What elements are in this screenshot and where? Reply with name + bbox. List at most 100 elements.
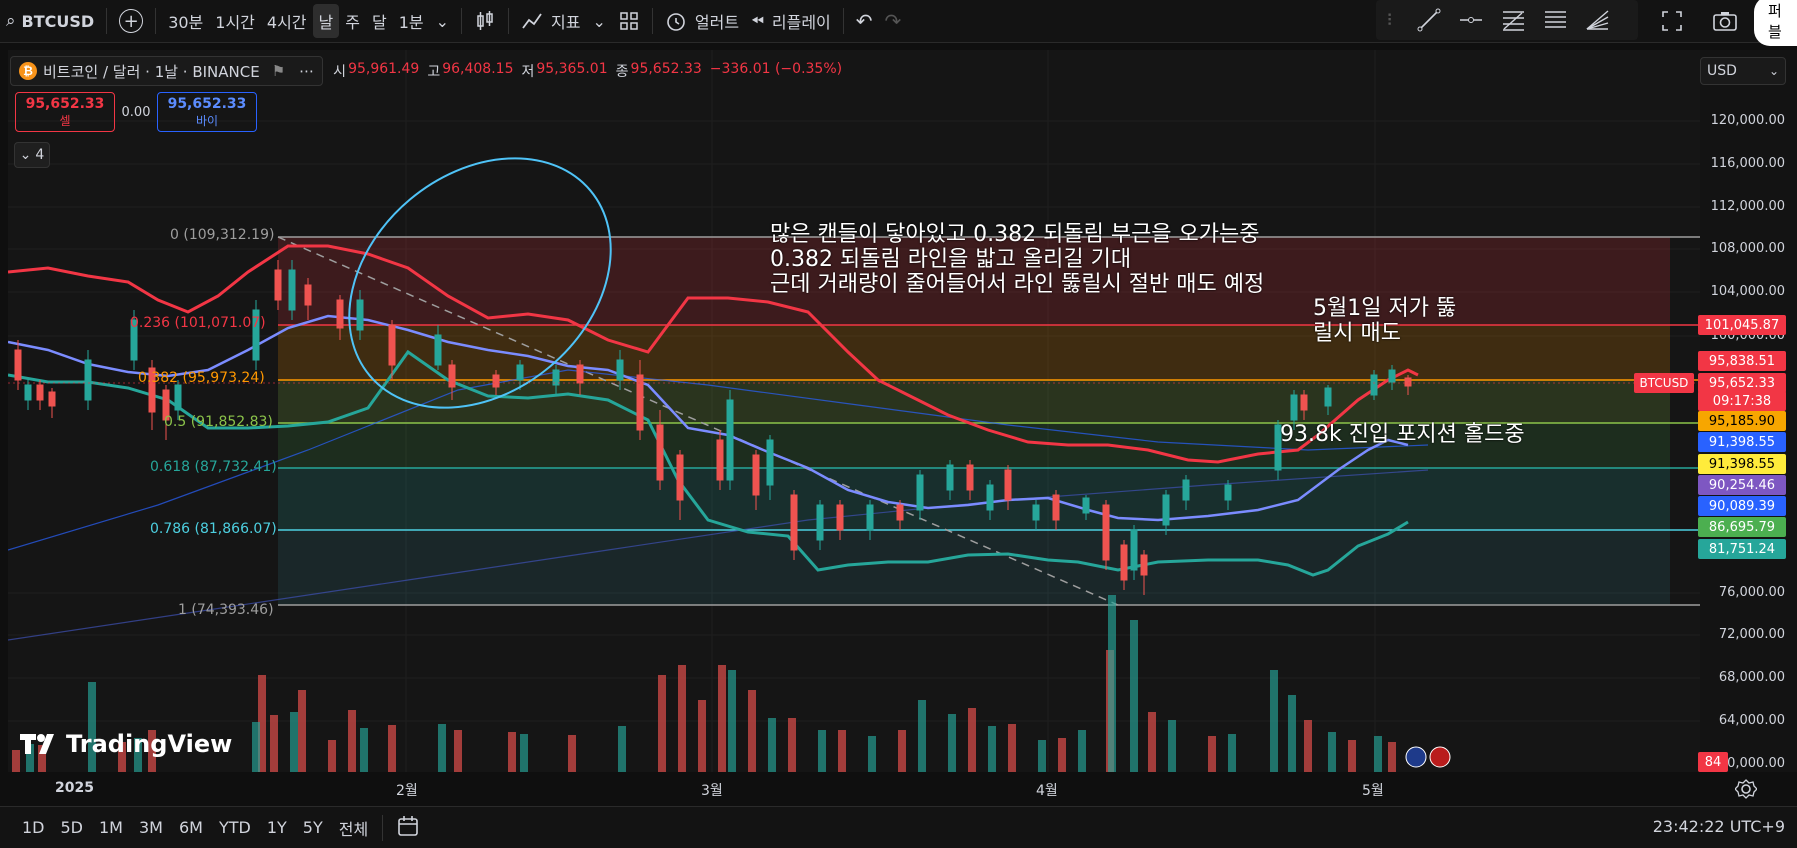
- sell-button[interactable]: 95,652.33 셀: [15, 92, 115, 132]
- sell-label: 셀: [59, 113, 71, 128]
- range-all[interactable]: 전체: [331, 816, 376, 840]
- event-flag-icon[interactable]: [1405, 746, 1427, 768]
- annotation-line: 근데 거래량이 줄어들어서 라인 뚫릴시 절반 매도 예정: [770, 272, 1265, 297]
- close-value: 95,652.33: [630, 61, 702, 77]
- publish-button[interactable]: 퍼블: [1754, 0, 1797, 46]
- currency-value: USD: [1707, 63, 1737, 79]
- annotation-text-main[interactable]: 많은 캔들이 닿아있고 0.382 되돌림 부근을 오가는중 0.382 되돌림…: [770, 222, 1264, 297]
- undo-button[interactable]: ↶: [850, 0, 879, 42]
- price-tag-fib-382: 95,185.90: [1698, 411, 1786, 431]
- symbol-legend-box[interactable]: ₿ 비트코인 / 달러 · 1날 · BINANCE ⚑ ⋯: [10, 56, 324, 86]
- goto-date-button[interactable]: [389, 815, 429, 841]
- axis-settings-button[interactable]: [1734, 778, 1759, 802]
- interval-dropdown[interactable]: ⌄: [430, 0, 455, 42]
- redo-icon: ↷: [884, 9, 902, 33]
- tradingview-logo-icon: [20, 734, 54, 754]
- indicators-collapse-button[interactable]: ⌄ 4: [14, 142, 50, 168]
- interval-week[interactable]: 주: [339, 0, 366, 42]
- event-flag-icon[interactable]: [1429, 746, 1451, 768]
- price-tick: 104,000.00: [1710, 284, 1785, 299]
- fib-retracement-icon[interactable]: [1500, 7, 1526, 33]
- fib-label-5: 0.5 (91,852.83): [164, 414, 273, 430]
- price-tag-volume: 84: [1698, 752, 1728, 772]
- divider: [461, 8, 463, 34]
- buy-price: 95,652.33: [167, 95, 247, 112]
- range-5y[interactable]: 5Y: [295, 818, 331, 837]
- publish-label: 퍼블: [1754, 0, 1797, 46]
- clock-time[interactable]: 23:42:22 UTC+9: [1653, 817, 1785, 836]
- fullscreen-icon: [1662, 11, 1682, 31]
- low-value: 95,365.01: [536, 61, 608, 77]
- symbol-price-tag: BTCUSD: [1634, 373, 1694, 393]
- bitcoin-logo-icon: ₿: [19, 62, 37, 80]
- interval-month[interactable]: 달: [366, 0, 393, 42]
- fib-label-0: 0 (109,312.19): [170, 227, 275, 243]
- buy-button[interactable]: 95,652.33 바이: [157, 92, 257, 132]
- parallel-lines-icon[interactable]: [1542, 7, 1568, 33]
- fib-fan-icon[interactable]: [1584, 7, 1610, 33]
- horizontal-ray-icon[interactable]: [1458, 7, 1484, 33]
- time-tick: 3월: [701, 783, 723, 799]
- price-tick: 72,000.00: [1718, 627, 1785, 642]
- fib-label-382: 0.382 (95,973.24): [138, 370, 265, 386]
- interval-1h[interactable]: 1시간: [209, 0, 261, 42]
- divider: [155, 8, 157, 34]
- redo-button[interactable]: ↷: [879, 0, 908, 42]
- range-5d[interactable]: 5D: [53, 818, 92, 837]
- price-tick: 76,000.00: [1718, 585, 1785, 600]
- top-toolbar: ⌕ BTCUSD + 30분 1시간 4시간 날 주 달 1분 ⌄ 지표 ⌄ 얼…: [0, 0, 1797, 46]
- candles-icon: [477, 11, 493, 30]
- grid-icon: [620, 12, 638, 30]
- low-key: 저: [521, 64, 535, 80]
- alert-label: 얼러트: [694, 13, 740, 32]
- divider: [382, 814, 384, 841]
- range-1d[interactable]: 1D: [14, 818, 53, 837]
- annotation-text-hold[interactable]: 93.8k 진입 포지션 홀드중: [1280, 422, 1525, 447]
- ohlc-values: 시 95,961.49 고 96,408.15 저 95,365.01 종 95,652…: [333, 61, 848, 81]
- price-tag-last: 95,652.33: [1698, 373, 1786, 393]
- trend-line-icon[interactable]: [1416, 7, 1442, 33]
- divider: [106, 8, 108, 34]
- more-options-icon[interactable]: ⋯: [299, 62, 314, 80]
- price-tag-bb-middle: 91,398.55: [1698, 432, 1786, 452]
- snapshot-button[interactable]: [1712, 0, 1738, 42]
- price-tick: 120,000.00: [1710, 113, 1785, 128]
- tradingview-logo[interactable]: TradingView: [20, 730, 232, 758]
- range-6m[interactable]: 6M: [171, 818, 211, 837]
- buy-label: 바이: [195, 113, 219, 128]
- currency-select[interactable]: USD ⌄: [1700, 57, 1786, 85]
- compare-button[interactable]: +: [113, 0, 149, 42]
- alert-button[interactable]: 얼러트: [659, 0, 745, 42]
- fullscreen-button[interactable]: [1660, 0, 1684, 42]
- replay-button[interactable]: ⏪︎ 리플레이: [745, 0, 837, 42]
- symbol-search[interactable]: ⌕ BTCUSD: [0, 0, 100, 42]
- interval-day[interactable]: 날: [312, 4, 340, 38]
- annotation-text-may[interactable]: 5월1일 저가 뚫 릴시 매도: [1313, 296, 1456, 346]
- flag-icon[interactable]: ⚑: [272, 62, 285, 80]
- annotation-line: 릴시 매도: [1313, 321, 1401, 346]
- time-axis[interactable]: 2025 2월 3월 4월 5월: [8, 778, 1700, 802]
- indicators-label: 지표: [551, 13, 581, 32]
- range-1y[interactable]: 1Y: [259, 818, 295, 837]
- interval-30m[interactable]: 30분: [162, 0, 209, 42]
- divider: [651, 8, 653, 34]
- range-3m[interactable]: 3M: [131, 818, 171, 837]
- indicators-dropdown[interactable]: ⌄: [587, 0, 612, 42]
- divider: [508, 8, 510, 34]
- drag-handle-icon[interactable]: ⠇: [1386, 11, 1398, 30]
- range-ytd[interactable]: YTD: [211, 818, 259, 837]
- price-tag-fib-236: 101,045.87: [1698, 315, 1786, 335]
- interval-4h[interactable]: 4시간: [261, 0, 313, 42]
- annotation-line: 많은 캔들이 닿아있고 0.382 되돌림 부근을 오가는중: [770, 222, 1260, 247]
- calendar-icon: [398, 815, 418, 836]
- indicators-button[interactable]: 지표: [515, 0, 586, 42]
- price-tick: 116,000.00: [1710, 156, 1785, 171]
- high-key: 고: [427, 64, 441, 80]
- range-1m[interactable]: 1M: [91, 818, 131, 837]
- annotation-line: 0.382 되돌림 라인을 밟고 올리길 기대: [770, 247, 1132, 272]
- interval-1m[interactable]: 1분: [393, 0, 430, 42]
- chart-canvas[interactable]: [8, 50, 1700, 772]
- templates-button[interactable]: [612, 0, 646, 42]
- chart-type-button[interactable]: [468, 0, 502, 42]
- logo-text: TradingView: [66, 730, 233, 758]
